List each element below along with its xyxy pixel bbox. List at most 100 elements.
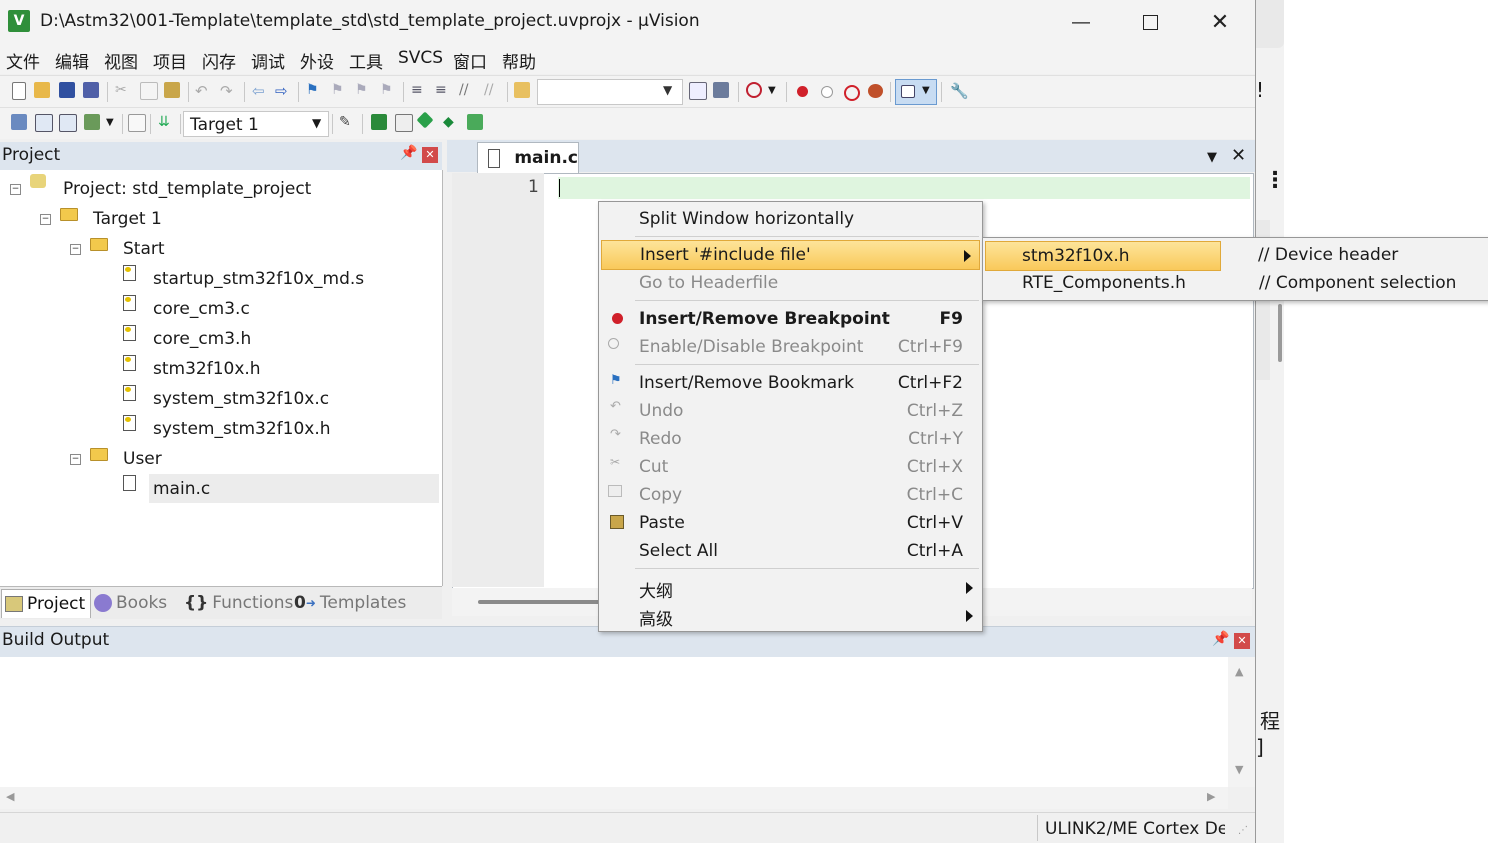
scroll-left-icon[interactable]: ◀ (6, 790, 14, 803)
comment-icon[interactable]: // (459, 82, 475, 98)
tree-item-file[interactable]: system_stm32f10x.c (153, 389, 329, 409)
submenu-item-rte-components-h[interactable]: RTE_Components.h // Component selection (984, 269, 1487, 297)
chevron-down-icon[interactable]: ▼ (663, 83, 672, 97)
tree-item-project[interactable]: Project: std_template_project (63, 179, 311, 199)
paste-icon[interactable] (164, 82, 180, 98)
tab-list-chevron-icon[interactable]: ▼ (1207, 150, 1217, 165)
find-in-files-icon[interactable] (514, 82, 530, 98)
menu-item-select-all[interactable]: Select All Ctrl+A (600, 537, 981, 565)
open-file-icon[interactable] (34, 82, 50, 98)
close-panel-icon[interactable]: ✕ (422, 147, 438, 163)
save-all-icon[interactable] (83, 82, 99, 98)
scroll-down-icon[interactable]: ▼ (1235, 763, 1243, 776)
find-combo[interactable] (537, 79, 683, 105)
close-tab-icon[interactable]: ✕ (1231, 145, 1246, 166)
collapse-icon[interactable]: − (40, 214, 51, 225)
chevron-down-icon[interactable]: ▼ (768, 85, 776, 96)
tree-item-file[interactable]: stm32f10x.h (153, 359, 261, 379)
menu-item-copy[interactable]: Copy Ctrl+C (600, 481, 981, 509)
menu-item-enable-disable-breakpoint[interactable]: Enable/Disable Breakpoint Ctrl+F9 (600, 333, 981, 361)
tree-item-group-user[interactable]: User (123, 449, 162, 469)
pack-installer-icon[interactable]: ◆ (443, 114, 459, 130)
tree-item-file[interactable]: core_cm3.c (153, 299, 250, 319)
tree-item-file[interactable]: core_cm3.h (153, 329, 251, 349)
undo-icon[interactable]: ↶ (195, 82, 211, 100)
select-packs-icon[interactable] (395, 114, 413, 132)
minimize-button[interactable]: ― (1046, 0, 1116, 44)
menu-flash[interactable]: 闪存 (202, 48, 236, 73)
tab-functions[interactable]: {} Functions (184, 589, 293, 617)
translate-icon[interactable] (11, 114, 27, 130)
clear-bookmarks-icon[interactable]: ⚑ (380, 82, 396, 98)
unindent-icon[interactable]: ≡ (435, 82, 451, 98)
tab-books[interactable]: Books (94, 589, 167, 617)
pin-icon[interactable]: 📌 (1212, 631, 1229, 647)
tab-project[interactable]: Project (1, 589, 91, 618)
manage-project-items-icon[interactable] (371, 114, 387, 130)
tab-templates[interactable]: 0 ➜ Templates (294, 589, 406, 617)
tree-item-target[interactable]: Target 1 (93, 209, 162, 229)
menu-item-undo[interactable]: ↶ Undo Ctrl+Z (600, 397, 981, 425)
menu-svcs[interactable]: SVCS (398, 48, 443, 68)
kebab-menu-icon[interactable]: ⋮ (1264, 168, 1286, 193)
breakpoint-icon[interactable] (797, 86, 808, 97)
copy-icon[interactable] (140, 82, 158, 100)
cut-icon[interactable]: ✂ (115, 82, 131, 98)
build-output-horizontal-scrollbar[interactable]: ◀ ▶ (0, 787, 1228, 809)
wrench-icon[interactable]: 🔧 (950, 82, 969, 100)
menu-peripherals[interactable]: 外设 (300, 48, 334, 73)
resize-grip-icon[interactable]: ⋰ (1238, 825, 1248, 836)
close-panel-icon[interactable]: ✕ (1234, 633, 1250, 649)
debug-session-icon[interactable] (746, 82, 762, 98)
scroll-right-icon[interactable]: ▶ (1207, 790, 1215, 803)
chevron-down-icon[interactable]: ▼ (106, 117, 114, 128)
build-output-vertical-scrollbar[interactable]: ▲ ▼ (1228, 657, 1255, 787)
menu-item-paste[interactable]: Paste Ctrl+V (600, 509, 981, 537)
tree-item-file[interactable]: startup_stm32f10x_md.s (153, 269, 364, 289)
save-icon[interactable] (59, 82, 75, 98)
batch-build-icon[interactable] (84, 114, 100, 130)
redo-icon[interactable]: ↷ (220, 82, 236, 100)
menu-item-insert-remove-breakpoint[interactable]: Insert/Remove Breakpoint F9 (600, 305, 981, 333)
menu-debug[interactable]: 调试 (251, 48, 285, 73)
menu-project[interactable]: 项目 (153, 48, 187, 73)
tab-main-c[interactable]: main.c (477, 142, 579, 173)
find-icon[interactable] (689, 82, 707, 100)
stop-build-icon[interactable] (128, 114, 146, 132)
incremental-find-icon[interactable] (713, 82, 729, 98)
kill-all-breakpoints-icon[interactable] (868, 84, 883, 98)
navigate-forward-icon[interactable]: ⇨ (275, 82, 291, 100)
menu-file[interactable]: 文件 (6, 48, 40, 73)
new-file-icon[interactable] (12, 82, 26, 100)
build-icon[interactable] (35, 114, 53, 132)
download-icon[interactable]: ⇊ (158, 114, 174, 130)
menu-item-insert-remove-bookmark[interactable]: ⚑ Insert/Remove Bookmark Ctrl+F2 (600, 369, 981, 397)
rebuild-icon[interactable] (59, 114, 77, 132)
menu-item-insert-include[interactable]: Insert '#include file' (601, 240, 980, 270)
uncomment-icon[interactable]: // (484, 82, 500, 98)
next-bookmark-icon[interactable]: ⚑ (355, 82, 371, 98)
menu-view[interactable]: 视图 (104, 48, 138, 73)
menu-item-outline[interactable]: 大纲 (600, 573, 981, 602)
software-packs-icon[interactable] (467, 114, 483, 130)
menu-item-redo[interactable]: ↷ Redo Ctrl+Y (600, 425, 981, 453)
disable-breakpoint-icon[interactable] (821, 86, 833, 98)
target-select[interactable]: Target 1 ▼ (183, 111, 329, 137)
navigate-back-icon[interactable]: ⇦ (252, 82, 268, 100)
target-options-icon[interactable]: ✎ (339, 114, 355, 130)
scrollbar-thumb[interactable] (1278, 304, 1282, 362)
close-button[interactable]: ✕ (1185, 0, 1255, 44)
menu-window[interactable]: 窗口 (453, 48, 487, 73)
menu-item-split-window[interactable]: Split Window horizontally (600, 205, 981, 233)
pin-icon[interactable]: 📌 (400, 145, 417, 161)
maximize-button[interactable] (1115, 0, 1185, 44)
menu-edit[interactable]: 编辑 (55, 48, 89, 73)
build-output-text[interactable] (0, 657, 1228, 787)
indent-icon[interactable]: ≡ (411, 82, 427, 98)
disable-all-breakpoints-icon[interactable] (844, 85, 860, 101)
manage-rte-icon[interactable] (416, 111, 434, 129)
prev-bookmark-icon[interactable]: ⚑ (331, 82, 347, 98)
menu-item-advanced[interactable]: 高级 (600, 601, 981, 630)
collapse-icon[interactable]: − (70, 244, 81, 255)
tree-item-group-start[interactable]: Start (123, 239, 165, 259)
